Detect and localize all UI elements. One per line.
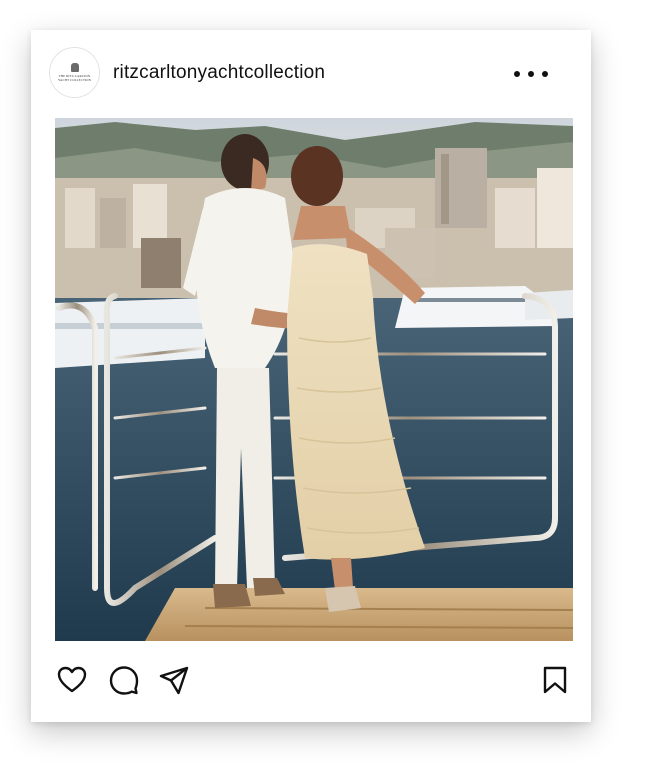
crest-icon	[70, 63, 79, 72]
more-dot	[514, 71, 520, 77]
bookmark-icon[interactable]	[539, 664, 571, 696]
photo-illustration	[55, 118, 573, 641]
more-dot	[542, 71, 548, 77]
heart-icon[interactable]	[56, 664, 88, 696]
post-card: THE RITZ-CARLTON YACHT COLLECTION ritzca…	[31, 30, 591, 722]
comment-icon[interactable]	[108, 664, 140, 696]
send-icon[interactable]	[158, 664, 190, 696]
post-header: THE RITZ-CARLTON YACHT COLLECTION ritzca…	[31, 30, 591, 118]
avatar-logo-line-2: YACHT COLLECTION	[58, 78, 91, 82]
more-options-icon[interactable]	[514, 64, 548, 84]
deck	[145, 588, 573, 641]
more-dot	[528, 71, 534, 77]
username[interactable]: ritzcarltonyachtcollection	[113, 62, 325, 84]
post-actions	[31, 660, 591, 700]
post-photo[interactable]	[55, 118, 573, 641]
avatar[interactable]: THE RITZ-CARLTON YACHT COLLECTION	[49, 47, 100, 98]
